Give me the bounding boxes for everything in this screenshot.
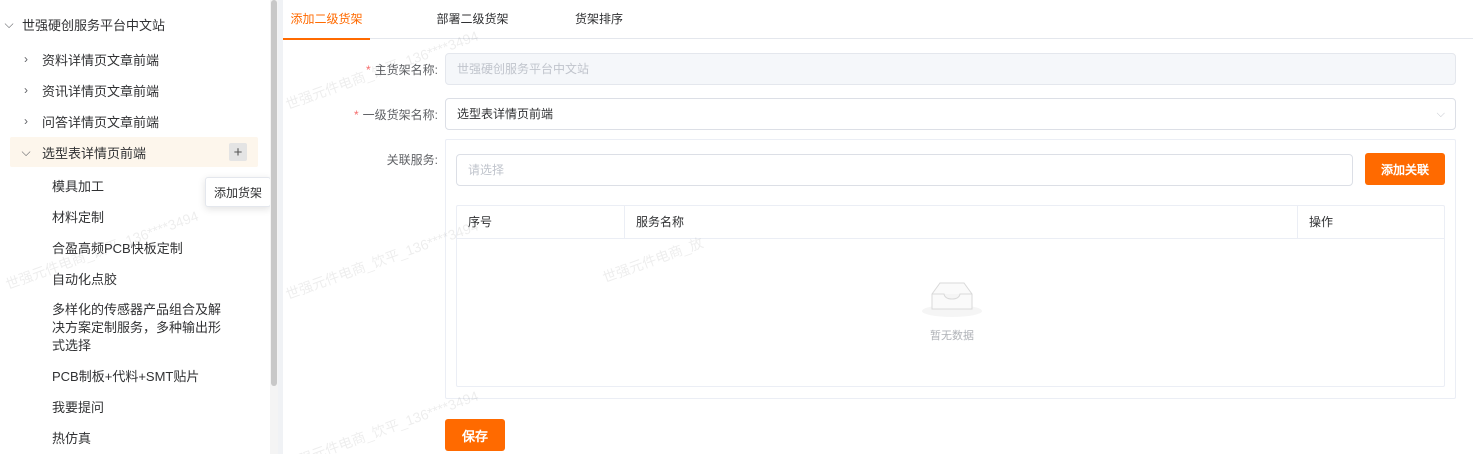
column-header-index: 序号 xyxy=(468,215,493,229)
chevron-down-icon[interactable]: ⌵ xyxy=(2,17,16,32)
save-button[interactable]: 保存 xyxy=(445,419,505,451)
tree-node-label: 资料详情页文章前端 xyxy=(42,52,160,68)
tree-leaf[interactable]: 热仿真 xyxy=(52,429,91,448)
column-header-actions: 操作 xyxy=(1309,215,1334,229)
related-service-placeholder: 请选择 xyxy=(468,163,505,177)
tree-node-label: 问答详情页文章前端 xyxy=(42,114,160,130)
empty-text: 暂无数据 xyxy=(930,330,974,342)
tree-node-group-0[interactable]: › 资料详情页文章前端 xyxy=(19,45,159,73)
tree-root-node[interactable]: ⌵ 世强硬创服务平台中文站 xyxy=(2,10,165,38)
add-link-button[interactable]: 添加关联 xyxy=(1365,153,1445,185)
required-mark: * xyxy=(353,108,359,122)
tree-leaf[interactable]: 自动化点胶 xyxy=(52,270,117,289)
tab-active-indicator xyxy=(283,38,370,40)
tree-leaf[interactable]: 模具加工 xyxy=(52,177,104,196)
tree-node-group-2[interactable]: › 问答详情页文章前端 xyxy=(19,107,159,135)
tab-bar: 添加二级货架 部署二级货架 货架排序 xyxy=(283,0,1473,40)
related-service-input[interactable]: 请选择 xyxy=(456,154,1353,186)
chevron-right-icon[interactable]: › xyxy=(19,83,33,97)
add-shelf-tooltip: 添加货架 xyxy=(205,177,271,207)
tree-root-label: 世强硬创服务平台中文站 xyxy=(22,17,166,33)
required-mark: * xyxy=(365,63,371,77)
chevron-right-icon[interactable]: › xyxy=(19,114,33,128)
chevron-down-icon[interactable]: ⌵ xyxy=(19,145,33,160)
tree-node-label: 资讯详情页文章前端 xyxy=(42,83,160,99)
column-header-service-name: 服务名称 xyxy=(636,215,685,229)
panel-divider xyxy=(278,0,283,454)
chevron-down-icon[interactable]: ⌵ xyxy=(1437,99,1445,129)
tree-node-group-1[interactable]: › 资讯详情页文章前端 xyxy=(19,76,159,104)
shelf-tree-sidebar: ⌵ 世强硬创服务平台中文站 › 资料详情页文章前端 › 资讯详情页文章前端 › … xyxy=(0,0,270,454)
tree-leaf-line[interactable]: 决方案定制服务，多种输出形 xyxy=(52,318,221,337)
tree-leaf[interactable]: 材料定制 xyxy=(52,208,104,227)
tree-leaf[interactable]: 我要提问 xyxy=(52,398,104,417)
table-header: 序号 服务名称 操作 xyxy=(457,206,1444,239)
tree-leaf[interactable]: PCB制板+代料+SMT贴片 xyxy=(52,367,199,386)
related-service-label: 关联服务: xyxy=(386,153,438,167)
tab-shelf-sort[interactable]: 货架排序 xyxy=(564,0,634,39)
tree-node-label: 选型表详情页前端 xyxy=(42,145,147,161)
sidebar-scrollbar-thumb[interactable] xyxy=(271,0,277,386)
add-shelf-button[interactable]: + xyxy=(229,143,247,161)
main-shelf-label: * 主货架名称: xyxy=(365,63,438,77)
empty-box-icon xyxy=(922,282,982,317)
tab-deploy-level2-shelf[interactable]: 部署二级货架 xyxy=(426,0,519,39)
level1-shelf-value: 选型表详情页前端 xyxy=(457,107,554,121)
level1-shelf-label: * 一级货架名称: xyxy=(353,108,438,122)
main-shelf-input: 世强硬创服务平台中文站 xyxy=(445,53,1456,85)
table-empty-state: 暂无数据 xyxy=(912,276,992,343)
tree-leaf[interactable]: 合盈高频PCB快板定制 xyxy=(52,239,183,258)
tab-add-level2-shelf[interactable]: 添加二级货架 xyxy=(283,0,370,40)
tree-leaf[interactable]: 多样化的传感器产品组合及解 xyxy=(52,300,221,319)
level1-shelf-select[interactable]: 选型表详情页前端 ⌵ xyxy=(445,98,1456,130)
tree-leaf-line[interactable]: 式选择 xyxy=(52,336,91,355)
chevron-right-icon[interactable]: › xyxy=(19,52,33,66)
service-table: 序号 服务名称 操作 暂无数据 xyxy=(456,205,1445,387)
tree-node-group-3[interactable]: ⌵ 选型表详情页前端 xyxy=(19,138,146,166)
